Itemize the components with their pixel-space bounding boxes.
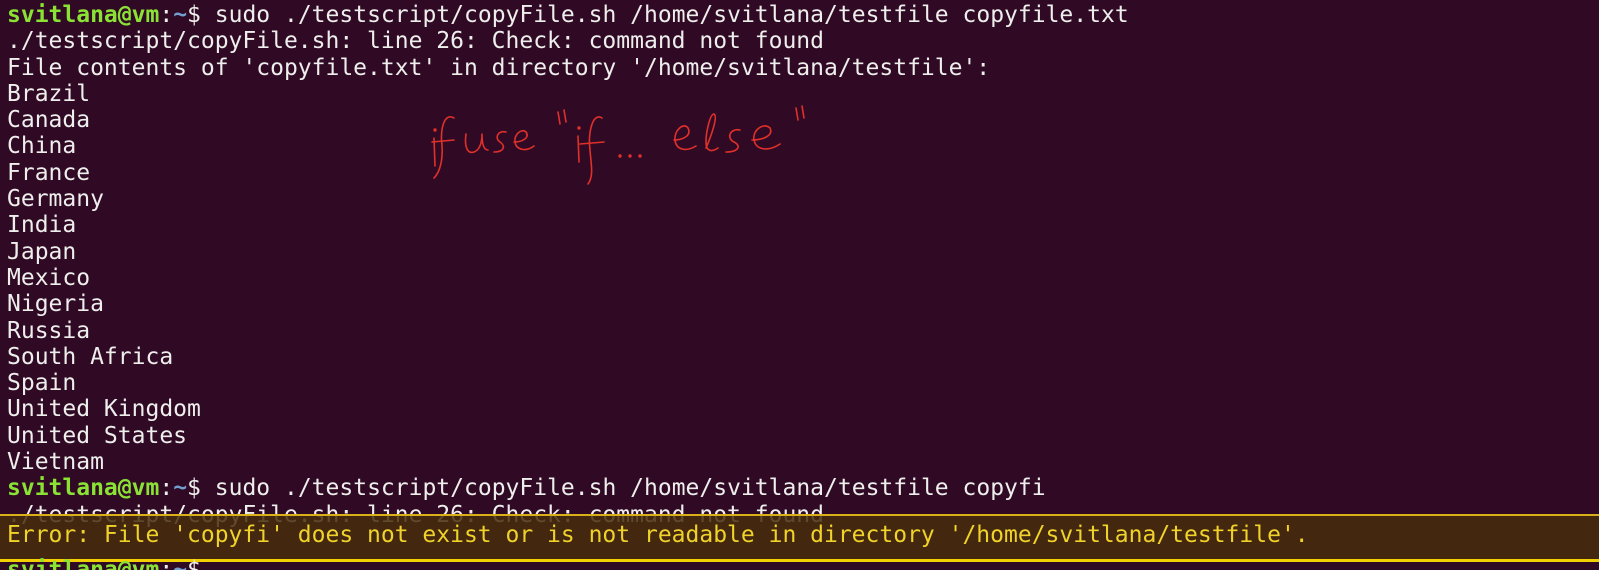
file-not-found-error: Error: File 'copyfi' does not exist or i…: [7, 522, 1309, 548]
country-line: Mexico: [7, 264, 91, 291]
terminal-output: svitlana@vm:~$ sudo ./testscript/copyFil…: [7, 2, 1129, 528]
country-line: South Africa: [7, 343, 174, 370]
country-line: Nigeria: [7, 291, 104, 318]
prompt-user-host: svitlana@vm: [7, 557, 160, 570]
prompt-sigil: $: [187, 557, 215, 570]
error-line: ./testscript/copyFile.sh: line 26: Check…: [7, 28, 824, 55]
prompt-cwd: ~: [173, 557, 188, 570]
prompt-separator: :: [159, 2, 174, 28]
handwriting-drawing: [431, 105, 805, 185]
prompt-separator: :: [159, 557, 174, 570]
prompt-user-host: svitlana@vm: [7, 475, 160, 502]
country-line: Spain: [7, 370, 77, 397]
prompt-sigil: $: [187, 475, 215, 502]
command-text: sudo ./testscript/copyFile.sh /home/svit…: [214, 2, 1129, 28]
handwritten-annotation: [430, 90, 830, 196]
highlighted-error-row: Error: File 'copyfi' does not exist or i…: [0, 514, 1599, 562]
prompt-line-3: svitlana@vm:~$: [7, 557, 215, 570]
country-line: United States: [7, 422, 188, 449]
prompt-cwd: ~: [173, 2, 188, 28]
country-line: Japan: [7, 238, 77, 265]
prompt-cwd: ~: [173, 475, 188, 502]
prompt-line-2: svitlana@vm:~$ sudo ./testscript/copyFil…: [7, 475, 1129, 501]
prompt-user-host: svitlana@vm: [7, 2, 160, 28]
country-line: India: [7, 212, 77, 239]
country-line: Russia: [7, 317, 91, 344]
country-line: Vietnam: [7, 449, 104, 476]
contents-header: File contents of 'copyfile.txt' in direc…: [7, 54, 991, 81]
terminal-window[interactable]: svitlana@vm:~$ sudo ./testscript/copyFil…: [0, 0, 1599, 570]
prompt-line-1: svitlana@vm:~$ sudo ./testscript/copyFil…: [7, 2, 1129, 28]
prompt-separator: :: [159, 475, 174, 502]
prompt-sigil: $: [187, 2, 215, 28]
command-text: sudo ./testscript/copyFile.sh /home/svit…: [214, 475, 1046, 502]
country-line: United Kingdom: [7, 396, 201, 423]
